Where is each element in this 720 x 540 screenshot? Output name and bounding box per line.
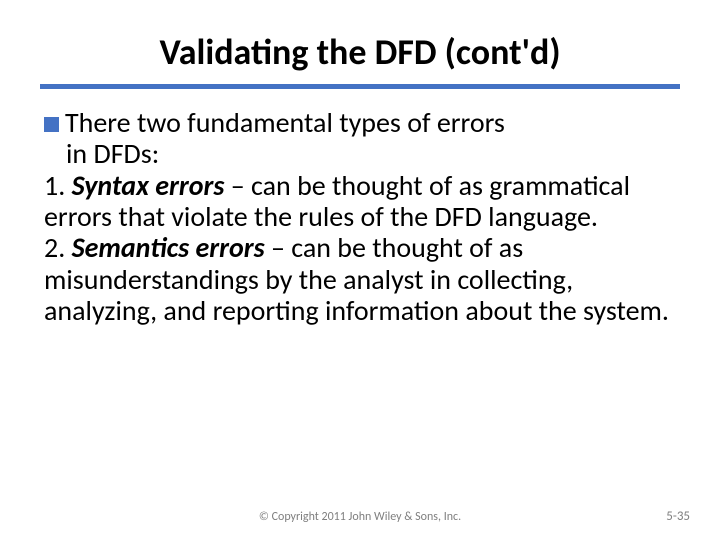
square-bullet-icon <box>44 117 59 132</box>
item-number: 2. <box>44 230 65 265</box>
slide-body: There two fundamental types of errors in… <box>40 107 680 327</box>
list-item: 2. Semantics errors – can be thought of … <box>44 232 680 326</box>
item-term: Syntax errors <box>72 168 225 203</box>
lead-text: There two fundamental types of errors <box>65 107 505 138</box>
lead-line: There two fundamental types of errors <box>44 107 680 138</box>
item-number: 1. <box>44 168 65 203</box>
title-underline <box>40 84 680 89</box>
slide: Validating the DFD (cont'd) There two fu… <box>0 0 720 540</box>
slide-title: Validating the DFD (cont'd) <box>40 30 680 74</box>
copyright-footer: © Copyright 2011 John Wiley & Sons, Inc. <box>0 510 720 524</box>
item-term: Semantics errors <box>72 230 265 265</box>
list-item: 1. Syntax errors – can be thought of as … <box>44 170 680 233</box>
page-number: 5-35 <box>666 509 690 524</box>
lead-cont: in DFDs: <box>44 138 680 169</box>
